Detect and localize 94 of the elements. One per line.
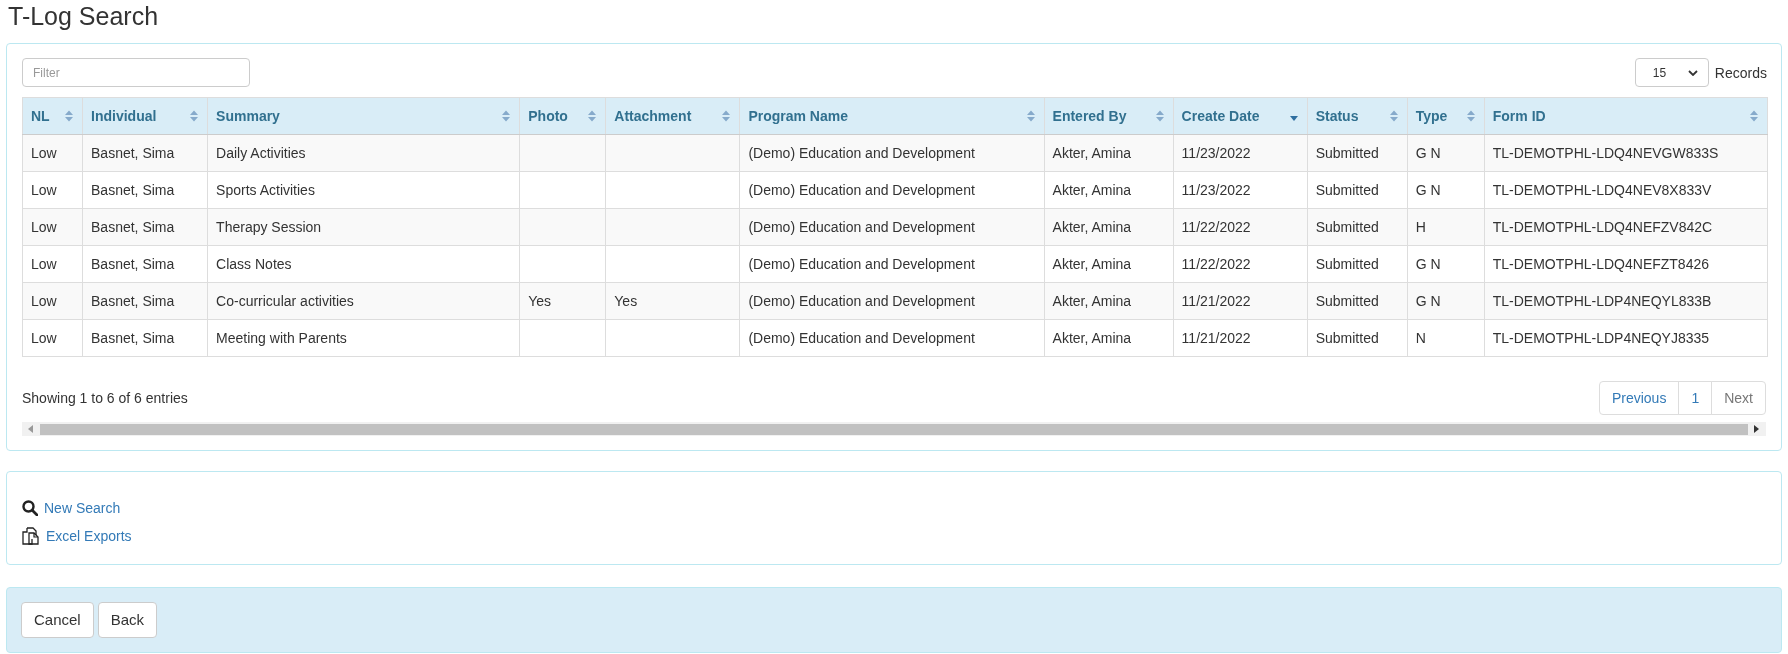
- horizontal-scrollbar[interactable]: [22, 422, 1766, 436]
- filter-field[interactable]: Filter: [22, 58, 250, 87]
- table-cell: Basnet, Sima: [91, 219, 175, 235]
- table-cell: Meeting with Parents: [216, 330, 347, 346]
- table-cell: (Demo) Education and Development: [748, 330, 975, 346]
- table-cell: (Demo) Education and Development: [748, 256, 975, 272]
- table-cell: TL-DEMOTPHL-LDP4NEQYJ8335: [1492, 330, 1710, 346]
- chevron-down-icon: [1687, 69, 1698, 76]
- table-cell: Akter, Amina: [1052, 145, 1132, 161]
- table-cell: Yes: [528, 293, 552, 309]
- table-cell: Submitted: [1315, 145, 1379, 161]
- entries-info: Showing 1 to 6 of 6 entries: [22, 390, 188, 406]
- table-cell: TL-DEMOTPHL-LDQ4NEVGW833S: [1492, 145, 1719, 161]
- column-header[interactable]: Individual: [82, 97, 208, 135]
- table-cell: Submitted: [1315, 330, 1379, 346]
- search-icon: [22, 500, 38, 516]
- table-cell: Basnet, Sima: [91, 256, 175, 272]
- scroll-right-icon: [1754, 425, 1760, 433]
- table-cell: G N: [1415, 145, 1441, 161]
- table-cell: Low: [31, 219, 57, 235]
- column-header[interactable]: Attachment: [605, 97, 740, 135]
- table-cell: (Demo) Education and Development: [748, 145, 975, 161]
- table-cell: Basnet, Sima: [91, 293, 175, 309]
- column-header[interactable]: Type: [1407, 97, 1485, 135]
- copy-documents-icon: [22, 527, 40, 545]
- table-cell: N: [1415, 330, 1426, 346]
- column-header[interactable]: Status: [1307, 97, 1408, 135]
- table-cell: G N: [1415, 182, 1441, 198]
- table-cell: 11/23/2022: [1181, 182, 1251, 198]
- table-cell: Akter, Amina: [1052, 219, 1132, 235]
- table-cell: 11/22/2022: [1181, 219, 1251, 235]
- action-button[interactable]: Cancel: [21, 602, 94, 638]
- table-cell: Akter, Amina: [1052, 293, 1132, 309]
- table-cell: TL-DEMOTPHL-LDQ4NEFZT8426: [1492, 256, 1710, 272]
- sort-icon: [587, 110, 598, 122]
- sort-icon: [1388, 110, 1399, 122]
- table-cell: Low: [31, 256, 57, 272]
- table-cell: Submitted: [1315, 256, 1379, 272]
- table-cell: TL-DEMOTPHL-LDP4NEQYL833B: [1492, 293, 1712, 309]
- page-title: T-Log Search: [7, 1, 160, 32]
- table-cell: Low: [31, 293, 57, 309]
- sort-icon: [1749, 110, 1759, 122]
- table-cell: Akter, Amina: [1052, 256, 1132, 272]
- table-cell: G N: [1415, 256, 1441, 272]
- table-cell: Akter, Amina: [1052, 182, 1132, 198]
- table-cell: Basnet, Sima: [91, 145, 175, 161]
- records-select[interactable]: 15: [1634, 58, 1709, 87]
- link[interactable]: Excel Exports: [46, 528, 132, 544]
- link[interactable]: New Search: [44, 500, 121, 516]
- sort-icon: [1154, 110, 1165, 122]
- column-header[interactable]: Summary: [207, 97, 520, 135]
- sort-icon: [64, 110, 75, 122]
- table-cell: Low: [31, 330, 57, 346]
- table-cell: Submitted: [1315, 293, 1379, 309]
- column-header[interactable]: Photo: [519, 97, 606, 135]
- table-cell: H: [1415, 219, 1426, 235]
- table-cell: 11/23/2022: [1181, 145, 1251, 161]
- action-button[interactable]: Back: [97, 602, 158, 638]
- column-header[interactable]: Create Date: [1173, 97, 1308, 135]
- table-cell: Low: [31, 182, 57, 198]
- table-cell: G N: [1415, 293, 1441, 309]
- scroll-left-icon: [28, 425, 34, 433]
- table-cell: Sports Activities: [216, 182, 315, 198]
- table-cell: Therapy Session: [216, 219, 322, 235]
- table-cell: Submitted: [1315, 182, 1379, 198]
- table-cell: Basnet, Sima: [91, 330, 175, 346]
- table-cell: 11/21/2022: [1181, 330, 1251, 346]
- sort-icon: [721, 110, 732, 122]
- table-cell: Co-curricular activities: [216, 293, 354, 309]
- records-label: Records: [1714, 64, 1767, 81]
- table-cell: TL-DEMOTPHL-LDQ4NEV8X833V: [1492, 182, 1712, 198]
- page-button[interactable]: 1: [1678, 381, 1713, 415]
- table-cell: Basnet, Sima: [91, 182, 175, 198]
- page-button[interactable]: Previous: [1598, 381, 1680, 415]
- table-cell: (Demo) Education and Development: [748, 219, 975, 235]
- table-cell: Akter, Amina: [1052, 330, 1132, 346]
- column-header[interactable]: Entered By: [1044, 97, 1174, 135]
- column-header[interactable]: NL: [22, 97, 83, 135]
- table-cell: Class Notes: [216, 256, 292, 272]
- column-header[interactable]: Form ID: [1484, 97, 1768, 135]
- sort-icon: [1025, 110, 1036, 122]
- table-cell: 11/22/2022: [1181, 256, 1251, 272]
- table-cell: Submitted: [1315, 219, 1379, 235]
- column-header[interactable]: Program Name: [739, 97, 1045, 135]
- table-cell: 11/21/2022: [1181, 293, 1251, 309]
- sort-icon: [1465, 110, 1476, 122]
- table-cell: TL-DEMOTPHL-LDQ4NEFZV842C: [1492, 219, 1713, 235]
- sort-icon: [501, 110, 512, 122]
- table-cell: Daily Activities: [216, 145, 306, 161]
- table-cell: Low: [31, 145, 57, 161]
- table-cell: (Demo) Education and Development: [748, 293, 975, 309]
- sort-icon: [189, 110, 200, 122]
- table-cell: (Demo) Education and Development: [748, 182, 975, 198]
- table-cell: Yes: [614, 293, 638, 309]
